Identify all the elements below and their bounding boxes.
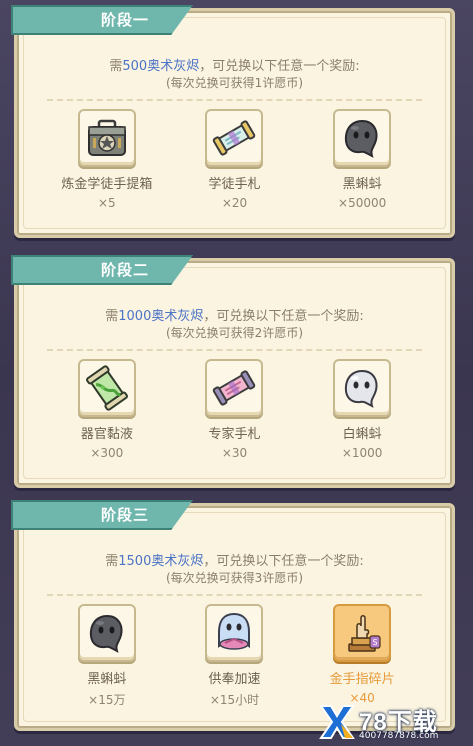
requirement-text: 需1000奥术灰烬，可兑换以下任意一个奖励:	[105, 309, 364, 324]
item-name: 器官黏液	[80, 427, 133, 442]
item-name: 金手指碎片	[329, 672, 395, 687]
reward-option[interactable]: 炼金学徒手提箱 ×5	[52, 109, 162, 210]
stage-tab-1: 阶段一	[11, 5, 194, 35]
item-name: 黑蝌蚪	[342, 177, 382, 192]
stage-title: 阶段一	[101, 11, 150, 29]
divider	[47, 99, 422, 101]
item-name: 炼金学徒手提箱	[61, 177, 153, 192]
reward-option[interactable]: S 金手指碎片 ×40	[307, 604, 417, 708]
item-quantity: ×30	[221, 446, 248, 460]
item-quantity: ×50000	[338, 196, 387, 210]
golden-finger-fragment-icon: S	[348, 615, 381, 652]
reward-option[interactable]: 供奉加速 ×15小时	[179, 604, 289, 708]
item-quantity: ×15小时	[209, 693, 260, 707]
watermark: 78下载 4007787878.com	[317, 702, 467, 744]
item-slot[interactable]	[333, 359, 392, 417]
toolbox-icon	[87, 119, 126, 156]
expert-scroll-icon	[213, 370, 256, 406]
item-quantity: ×20	[221, 196, 248, 210]
reward-list: 炼金学徒手提箱 ×5 学徒手札 ×20 黑蝌蚪 ×50000	[17, 109, 452, 210]
reward-option[interactable]: 专家手札 ×30	[179, 359, 289, 460]
reward-option[interactable]: 黑蝌蚪 ×15万	[52, 604, 162, 708]
scroll-icon	[213, 120, 256, 156]
wish-coin-note: (每次兑换可获得2许愿币)	[166, 326, 303, 340]
black-tadpole-icon	[345, 119, 378, 158]
watermark-url: 4007787878.com	[359, 731, 439, 741]
item-name: 黑蝌蚪	[87, 672, 127, 687]
black-tadpole-icon	[89, 614, 123, 653]
item-name: 学徒手札	[208, 177, 261, 192]
reward-option[interactable]: 黑蝌蚪 ×50000	[307, 109, 417, 210]
item-slot[interactable]	[77, 359, 136, 417]
stage-tab-2: 阶段二	[11, 255, 194, 285]
stage-title: 阶段二	[101, 261, 150, 279]
reward-option[interactable]: 器官黏液 ×300	[52, 359, 162, 460]
stage-panel-3: 阶段三 需1500奥术灰烬，可兑换以下任意一个奖励: (每次兑换可获得3许愿币)…	[11, 500, 455, 731]
item-slot[interactable]	[205, 359, 264, 417]
reward-option[interactable]: 白蝌蚪 ×1000	[307, 359, 417, 460]
x-logo-icon	[319, 705, 355, 739]
white-tadpole-icon	[345, 369, 378, 408]
divider	[47, 349, 422, 351]
item-quantity: ×300	[90, 446, 124, 460]
requirement-text: 需500奥术灰烬，可兑换以下任意一个奖励:	[109, 59, 360, 74]
item-quantity: ×5	[97, 196, 116, 210]
item-quantity: ×15万	[88, 693, 126, 707]
divider	[47, 594, 422, 596]
ghost-speedup-icon	[218, 612, 251, 650]
item-slot[interactable]	[77, 604, 136, 662]
stage-panel-1: 阶段一 需500奥术灰烬，可兑换以下任意一个奖励: (每次兑换可获得1许愿币) …	[11, 5, 455, 238]
requirement-amount: 1000奥术灰烬	[118, 309, 204, 324]
reward-list: 器官黏液 ×300 专家手札 ×30 白蝌蚪 ×1000	[17, 359, 452, 460]
requirement-amount: 1500奥术灰烬	[118, 554, 204, 569]
item-slot[interactable]: S	[333, 604, 392, 662]
item-slot[interactable]	[77, 109, 136, 167]
wish-coin-note: (每次兑换可获得1许愿币)	[166, 76, 303, 90]
wish-coin-note: (每次兑换可获得3许愿币)	[166, 571, 303, 585]
requirement-text: 需1500奥术灰烬，可兑换以下任意一个奖励:	[105, 554, 364, 569]
item-slot[interactable]	[205, 109, 264, 167]
reward-list: 黑蝌蚪 ×15万 供奉加速 ×15小时 S 金手指碎片 ×40	[17, 604, 452, 708]
stage-title: 阶段三	[101, 506, 150, 524]
svg-text:S: S	[373, 638, 378, 647]
item-name: 供奉加速	[208, 672, 261, 687]
item-slot[interactable]	[333, 109, 392, 167]
item-name: 白蝌蚪	[342, 427, 382, 442]
item-slot[interactable]	[205, 604, 264, 662]
item-quantity: ×1000	[341, 446, 383, 460]
item-name: 专家手札	[208, 427, 261, 442]
organ-slime-vial-icon	[85, 365, 128, 411]
stage-panel-2: 阶段二 需1000奥术灰烬，可兑换以下任意一个奖励: (每次兑换可获得2许愿币)…	[11, 255, 455, 488]
stage-tab-3: 阶段三	[11, 500, 194, 530]
requirement-amount: 500奥术灰烬	[122, 59, 200, 74]
reward-option[interactable]: 学徒手札 ×20	[179, 109, 289, 210]
